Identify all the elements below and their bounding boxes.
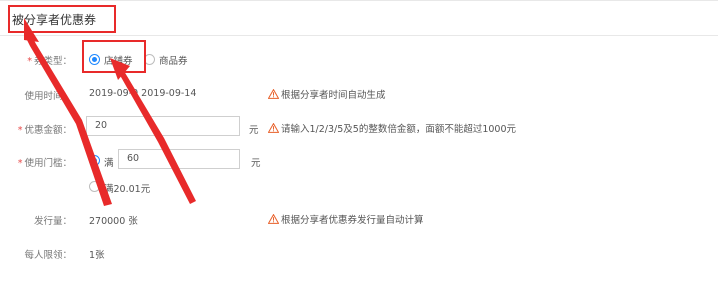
issue-qty-note: 根据分享者优惠券发行量自动计算: [268, 212, 424, 226]
use-time-note: 根据分享者时间自动生成: [268, 87, 386, 101]
required-mark: *: [27, 56, 32, 67]
issue-qty-label: 发行量：: [33, 216, 72, 227]
threshold-label-text: 使用门槛：: [24, 158, 72, 169]
annotation-box-title: [8, 5, 116, 33]
coupon-type-label: * 券类型：: [10, 53, 72, 67]
threshold-unit: 元: [251, 158, 261, 169]
use-time-label: 使用时间：: [24, 91, 72, 102]
amount-note: 请输入1/2/3/5及5的整数倍金额，面额不能超过1000元: [268, 121, 516, 135]
use-time-value: 2019-09-0 2019-09-14: [89, 88, 197, 99]
per-person-value: 1张: [89, 250, 105, 261]
issue-qty-value: 270000 张: [89, 216, 138, 227]
radio-threshold-full[interactable]: [89, 155, 100, 166]
threshold-full-prefix[interactable]: 满: [104, 155, 114, 169]
amount-label-text: 优惠金额：: [24, 125, 72, 136]
annotation-box-coupon-type: [82, 40, 146, 73]
required-mark: *: [17, 125, 23, 136]
product-coupon-label[interactable]: 商品券: [159, 53, 188, 67]
per-person-label: 每人限领：: [24, 250, 72, 261]
amount-label: * 优惠金额：: [10, 122, 72, 136]
amount-input[interactable]: 20: [86, 116, 240, 136]
issue-qty-note-text: 根据分享者优惠券发行量自动计算: [281, 215, 424, 226]
threshold-min-label[interactable]: 满20.01元: [104, 181, 150, 195]
coupon-type-label-text: 券类型：: [33, 56, 72, 67]
use-time-note-text: 根据分享者时间自动生成: [281, 90, 386, 101]
warning-icon: [268, 123, 279, 133]
amount-unit: 元: [249, 125, 259, 136]
threshold-amount-input[interactable]: 60: [118, 149, 240, 169]
required-mark: *: [17, 158, 23, 169]
threshold-label: * 使用门槛：: [10, 155, 72, 169]
radio-threshold-min[interactable]: [89, 181, 100, 192]
amount-note-text: 请输入1/2/3/5及5的整数倍金额，面额不能超过1000元: [281, 124, 517, 135]
warning-icon: [268, 89, 279, 99]
warning-icon: [268, 214, 279, 224]
